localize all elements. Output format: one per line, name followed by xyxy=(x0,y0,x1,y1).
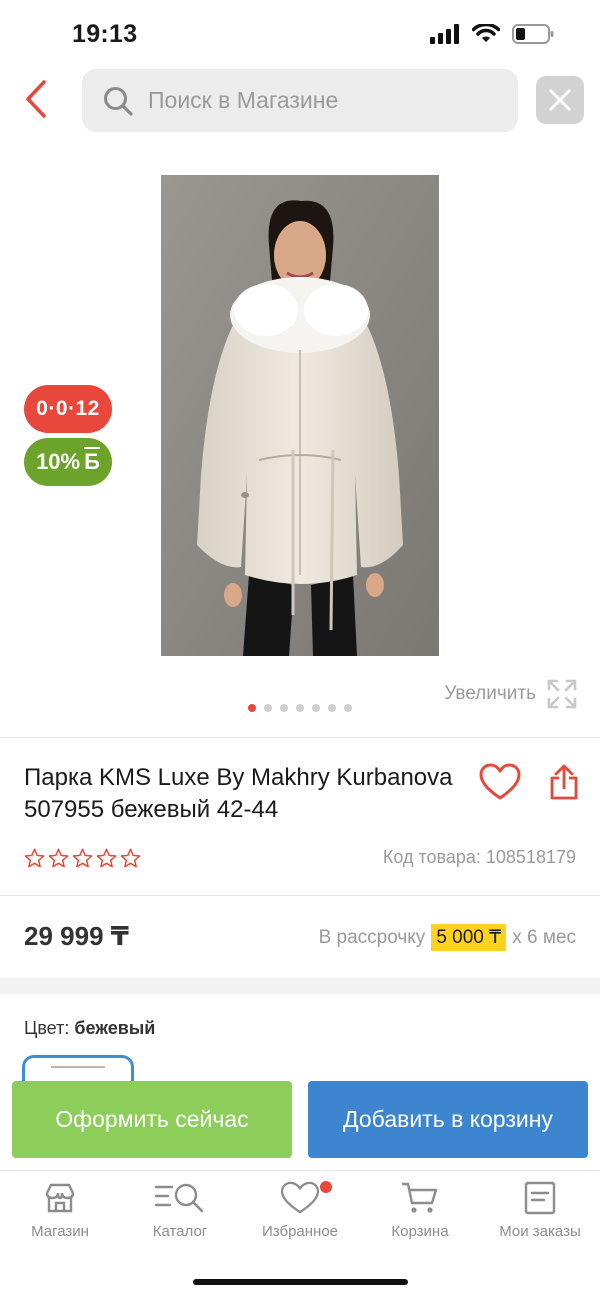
tab-orders[interactable]: Мои заказы xyxy=(480,1181,600,1240)
color-row: Цвет: бежевый xyxy=(24,1018,155,1039)
tab-catalog[interactable]: Каталог xyxy=(120,1181,240,1240)
close-icon xyxy=(549,89,571,111)
divider xyxy=(0,895,600,896)
carousel-dot[interactable] xyxy=(312,704,320,712)
star-icon xyxy=(24,848,45,868)
installment-amount: 5 000 ₸ xyxy=(431,924,507,951)
search-input[interactable]: Поиск в Магазине xyxy=(82,69,518,132)
share-icon xyxy=(550,764,578,800)
search-placeholder: Поиск в Магазине xyxy=(148,87,339,113)
favorite-button[interactable] xyxy=(476,758,524,806)
back-button[interactable] xyxy=(16,76,56,122)
heart-icon xyxy=(280,1181,320,1214)
orders-icon xyxy=(524,1181,556,1215)
product-sku: Код товара: 108518179 xyxy=(382,847,576,867)
tab-cart[interactable]: Корзина xyxy=(360,1181,480,1240)
star-icon xyxy=(96,848,117,868)
tab-store[interactable]: Магазин xyxy=(0,1181,120,1240)
status-icons xyxy=(430,24,554,44)
carousel-dot[interactable] xyxy=(328,704,336,712)
product-photo xyxy=(161,175,439,656)
installment-prefix: В рассрочку xyxy=(318,926,426,948)
wifi-icon xyxy=(472,24,500,42)
cart-icon xyxy=(402,1182,438,1213)
bonus-currency: Б xyxy=(84,449,100,474)
tab-label: Каталог xyxy=(152,1223,208,1240)
signal-icon xyxy=(430,24,459,44)
share-button[interactable] xyxy=(542,758,586,806)
carousel-dot[interactable] xyxy=(280,704,288,712)
color-value: бежевый xyxy=(74,1018,156,1038)
heart-icon xyxy=(479,763,521,800)
rating-stars[interactable] xyxy=(24,848,141,868)
catalog-search-icon xyxy=(154,1183,204,1213)
installment-info[interactable]: В рассрочку 5 000 ₸ x 6 мес xyxy=(319,924,576,951)
product-image[interactable] xyxy=(161,175,439,656)
add-to-cart-button[interactable]: Добавить в корзину xyxy=(308,1081,588,1158)
divider xyxy=(0,737,600,738)
tab-label: Избранное xyxy=(261,1223,339,1240)
tab-label: Магазин xyxy=(31,1223,89,1240)
bonus-badge-text: 10% xyxy=(36,449,81,474)
carousel-dot[interactable] xyxy=(344,704,352,712)
carousel-dot[interactable] xyxy=(296,704,304,712)
tab-bar: Магазин Каталог Избранное Корзина Мои за… xyxy=(0,1170,600,1297)
status-bar: 19:13 xyxy=(0,0,600,66)
installment-badge: 0·0·12 xyxy=(24,385,112,433)
battery-icon xyxy=(512,24,554,44)
installment-badge-text: 0·0·12 xyxy=(36,397,100,420)
tab-favorites[interactable]: Избранное xyxy=(240,1181,360,1240)
header: Поиск в Магазине xyxy=(0,66,600,136)
bonus-badge: 10% Б xyxy=(24,438,112,486)
tab-label: Корзина xyxy=(391,1223,449,1240)
carousel-dots xyxy=(248,704,352,712)
store-icon xyxy=(45,1183,75,1213)
search-icon xyxy=(102,85,134,117)
close-button[interactable] xyxy=(536,76,584,124)
product-title: Парка KMS Luxe By Makhry Kurbanova 50795… xyxy=(24,764,453,823)
expand-icon xyxy=(547,679,577,709)
home-indicator xyxy=(193,1279,408,1285)
zoom-button[interactable]: Увеличить xyxy=(444,678,578,710)
star-icon xyxy=(120,848,141,868)
product-price: 29 999 ₸ xyxy=(24,921,129,951)
star-icon xyxy=(72,848,93,868)
tab-label: Мои заказы xyxy=(499,1223,581,1240)
chevron-left-icon xyxy=(26,80,46,118)
star-icon xyxy=(48,848,69,868)
zoom-label: Увеличить xyxy=(444,683,536,704)
notification-dot xyxy=(320,1181,332,1193)
carousel-dot[interactable] xyxy=(248,704,256,712)
carousel-dot[interactable] xyxy=(264,704,272,712)
status-time: 19:13 xyxy=(72,20,138,48)
installment-suffix: x 6 мес xyxy=(512,926,576,948)
color-label: Цвет: xyxy=(24,1018,70,1038)
checkout-now-button[interactable]: Оформить сейчас xyxy=(12,1081,292,1158)
swatch-preview xyxy=(51,1066,105,1068)
section-separator xyxy=(0,978,600,994)
